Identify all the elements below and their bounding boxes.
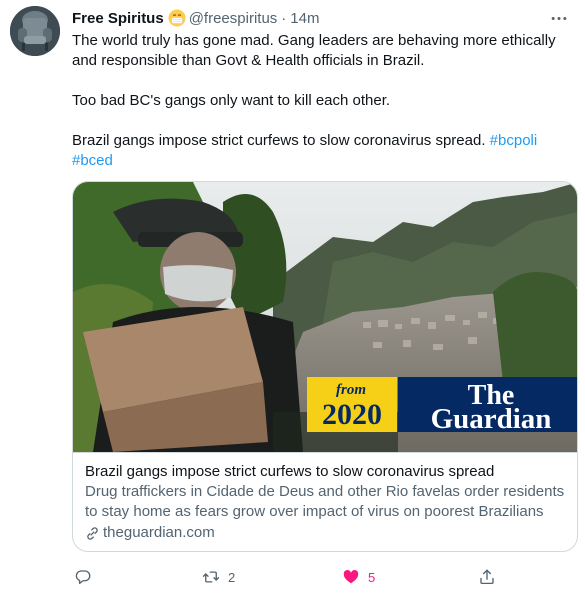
link-icon bbox=[85, 526, 100, 541]
tweet-actions: 2 5 bbox=[72, 566, 578, 588]
more-dots-icon bbox=[551, 16, 567, 20]
tweet-paragraph-1: The world truly has gone mad. Gang leade… bbox=[72, 32, 556, 69]
tweet-paragraph-3-text: Brazil gangs impose strict curfews to sl… bbox=[72, 132, 486, 149]
medical-mask-emoji-icon bbox=[168, 9, 186, 27]
tweet-paragraph-2: Too bad BC's gangs only want to kill eac… bbox=[72, 92, 391, 109]
favela-photo: from 2020 The Guardian bbox=[73, 182, 577, 452]
reply-icon bbox=[75, 570, 91, 585]
card-description: Drug traffickers in Cidade de Deus and o… bbox=[85, 483, 565, 520]
more-options-button[interactable] bbox=[549, 10, 569, 26]
tweet-header: Free Spiritus @freespiritus · 14m bbox=[72, 8, 319, 28]
heart-filled-icon bbox=[343, 569, 359, 584]
share-button[interactable] bbox=[478, 566, 496, 588]
card-title[interactable]: Brazil gangs impose strict curfews to sl… bbox=[85, 462, 567, 482]
badge-from-text: from bbox=[336, 382, 366, 398]
tweet-text: The world truly has gone mad. Gang leade… bbox=[72, 31, 567, 171]
card-image[interactable]: from 2020 The Guardian bbox=[73, 182, 577, 452]
card-text[interactable]: Brazil gangs impose strict curfews to sl… bbox=[73, 452, 577, 551]
hashtag-bced[interactable]: #bced bbox=[72, 152, 113, 169]
retweet-icon bbox=[202, 571, 220, 583]
reply-button[interactable] bbox=[74, 566, 100, 588]
author-handle[interactable]: @freespiritus bbox=[189, 10, 278, 27]
retweet-count: 2 bbox=[228, 569, 236, 585]
like-count: 5 bbox=[368, 569, 376, 585]
armchair-avatar-image bbox=[10, 6, 60, 56]
retweet-button[interactable]: 2 bbox=[202, 566, 235, 588]
tweet-paragraph-3: Brazil gangs impose strict curfews to sl… bbox=[72, 131, 567, 171]
card-domain[interactable]: theguardian.com bbox=[85, 523, 567, 543]
author-name[interactable]: Free Spiritus bbox=[72, 10, 164, 27]
hashtag-bcpoli[interactable]: #bcpoli bbox=[490, 132, 538, 149]
timestamp[interactable]: 14m bbox=[290, 10, 319, 27]
link-preview-card[interactable]: from 2020 The Guardian Brazil gangs impo… bbox=[72, 181, 578, 552]
tweet[interactable]: Free Spiritus @freespiritus · 14m The wo… bbox=[0, 0, 585, 594]
like-button[interactable]: 5 bbox=[342, 566, 375, 588]
badge-year-text: 2020 bbox=[322, 398, 382, 431]
avatar[interactable] bbox=[10, 6, 60, 56]
share-icon bbox=[480, 569, 494, 585]
card-domain-text[interactable]: theguardian.com bbox=[103, 523, 215, 543]
separator-dot: · bbox=[281, 9, 287, 27]
guardian-brand-line2: Guardian bbox=[431, 403, 552, 435]
